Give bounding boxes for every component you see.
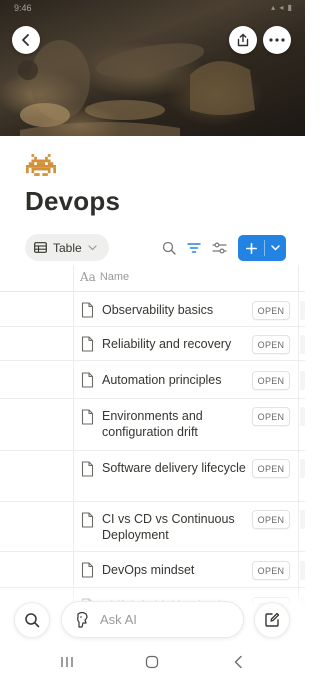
next-column-cell: [300, 459, 305, 478]
open-button[interactable]: OPEN: [252, 335, 290, 354]
status-time: 9:46: [14, 3, 32, 13]
view-label: Table: [53, 240, 82, 255]
sliders-icon: [211, 242, 227, 254]
more-button[interactable]: [263, 26, 291, 54]
row-title[interactable]: Environments and configuration drift: [102, 408, 250, 440]
name-column-label: Name: [99, 271, 130, 283]
row-title[interactable]: Observability basics: [102, 302, 250, 318]
chevron-down-icon: [88, 244, 97, 250]
page-icon-wrapper: [81, 409, 94, 425]
share-icon: [237, 33, 249, 47]
still-life-painting: [18, 40, 255, 136]
plus-icon: [245, 242, 257, 254]
page-icon-wrapper: [81, 372, 94, 388]
android-nav-bar: [0, 645, 305, 680]
row-title[interactable]: Software delivery lifecycle: [102, 460, 250, 476]
chevron-down-icon: [271, 245, 280, 251]
row-title[interactable]: DevOps mindset: [102, 562, 250, 578]
search-table-button[interactable]: [159, 238, 179, 258]
page-icon: [81, 409, 94, 425]
back-icon: [234, 655, 242, 669]
open-button[interactable]: OPEN: [252, 301, 290, 320]
open-button[interactable]: OPEN: [252, 561, 290, 580]
new-page-button[interactable]: [238, 235, 286, 261]
chevron-left-icon: [22, 34, 29, 46]
filter-button[interactable]: [184, 238, 204, 258]
table-header: [0, 265, 305, 292]
page-icon: [81, 562, 94, 578]
name-column-header[interactable]: Aa Name: [80, 270, 129, 284]
page-icon: [81, 512, 94, 528]
filter-icon: [187, 243, 201, 253]
home-icon: [145, 655, 159, 669]
page-icon: [81, 372, 94, 388]
page-icon-wrapper: [81, 562, 94, 578]
new-button-options[interactable]: [265, 235, 286, 261]
open-button[interactable]: OPEN: [252, 407, 290, 426]
table-row[interactable]: Observability basics OPEN: [0, 293, 305, 327]
new-button-plus[interactable]: [238, 235, 264, 261]
table-row[interactable]: Software delivery lifecycle OPEN: [0, 451, 305, 502]
table-row[interactable]: Environments and configuration drift OPEN: [0, 399, 305, 451]
next-column-cell: [300, 561, 305, 580]
search-icon: [25, 613, 40, 628]
bottom-search-button[interactable]: [14, 602, 50, 638]
page-icon: [81, 302, 94, 318]
page-title: Devops: [25, 186, 121, 216]
system-back-button[interactable]: [226, 653, 250, 671]
space-invader-icon: [26, 154, 56, 176]
text-property-icon: Aa: [80, 270, 96, 284]
next-column-cell: [300, 301, 305, 320]
ai-face-icon: [77, 611, 88, 628]
cover-image: 9:46 ▴ ◂ ▮: [0, 0, 305, 136]
next-column-cell: [300, 335, 305, 354]
table-row[interactable]: CI vs CD vs Continuous Deployment OPEN: [0, 502, 305, 552]
row-title[interactable]: Automation principles: [102, 372, 250, 388]
page-icon: [81, 461, 94, 477]
page-icon-wrapper: [81, 336, 94, 352]
row-title[interactable]: CI vs CD vs Continuous Deployment: [102, 511, 250, 543]
page-icon-wrapper: [81, 461, 94, 477]
compose-button[interactable]: [254, 602, 290, 638]
view-selector[interactable]: Table: [25, 234, 109, 261]
compose-icon: [265, 612, 280, 627]
search-icon: [162, 241, 176, 255]
open-button[interactable]: OPEN: [252, 510, 290, 529]
next-column-cell: [300, 407, 305, 426]
recents-icon: [61, 657, 73, 667]
back-button[interactable]: [12, 26, 40, 54]
next-column-cell: [300, 510, 305, 529]
page-icon: [81, 336, 94, 352]
recents-button[interactable]: [55, 653, 79, 671]
page-icon-wrapper: [81, 512, 94, 528]
ask-ai-input[interactable]: Ask AI: [61, 601, 244, 638]
table-row[interactable]: DevOps mindset OPEN: [0, 552, 305, 588]
more-horizontal-icon: [269, 38, 285, 42]
next-column-cell: [300, 371, 305, 390]
row-title[interactable]: Reliability and recovery: [102, 336, 250, 352]
home-button[interactable]: [140, 653, 164, 671]
view-settings-button[interactable]: [209, 238, 229, 258]
share-button[interactable]: [229, 26, 257, 54]
open-button[interactable]: OPEN: [252, 459, 290, 478]
table-icon: [34, 242, 47, 253]
ask-ai-placeholder: Ask AI: [100, 612, 137, 627]
open-button[interactable]: OPEN: [252, 371, 290, 390]
page-icon-wrapper: [81, 302, 94, 318]
table-row[interactable]: Reliability and recovery OPEN: [0, 327, 305, 361]
table-row[interactable]: Automation principles OPEN: [0, 361, 305, 399]
status-indicators: ▴ ◂ ▮: [271, 3, 293, 12]
status-bar: 9:46 ▴ ◂ ▮: [0, 0, 305, 16]
